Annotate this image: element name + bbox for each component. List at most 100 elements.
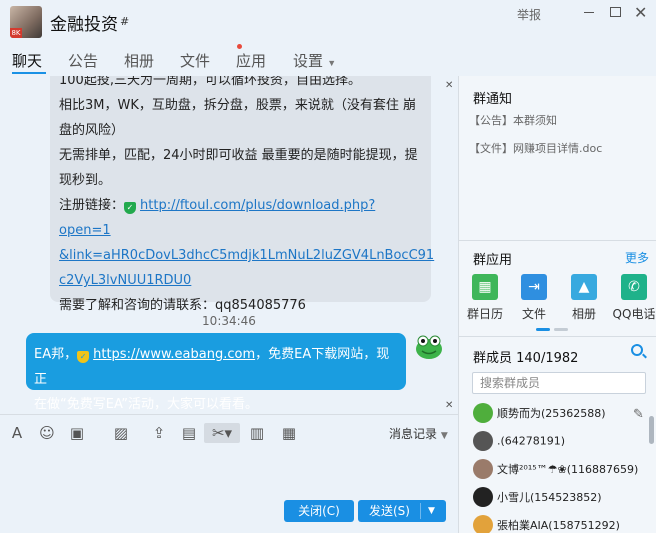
emoji-icon[interactable]: ☺ [36, 423, 58, 443]
page-indicator-active [536, 328, 550, 331]
message-line: 100起投,三天为一周期，可以循环投资，自由选择。 [59, 76, 361, 88]
member-list-scrollbar[interactable] [649, 416, 654, 444]
screenshot-icon[interactable]: ✂▾ [204, 423, 240, 443]
message-timestamp: 10:34:46 [202, 314, 256, 328]
file-icon: ⇥ [521, 274, 547, 300]
upload-icon[interactable]: ⇪ [148, 423, 170, 443]
chevron-down-icon: ▼ [440, 431, 448, 441]
tab-apps[interactable]: 应用 [236, 50, 266, 71]
chat-message-area[interactable]: 100起投,三天为一周期，可以循环投资，自由选择。 相比3M，WK，互助盘，拆分… [0, 76, 458, 414]
divider [459, 336, 656, 337]
incoming-message-bubble: 100起投,三天为一周期，可以循环投资，自由选择。 相比3M，WK，互助盘，拆分… [50, 76, 434, 313]
message-input[interactable] [0, 450, 458, 500]
members-title: 群成员 140/1982 [473, 351, 579, 366]
app-label: 文件 [521, 307, 546, 321]
tab-settings[interactable]: 设置 ▼ [293, 50, 336, 71]
outgoing-line: 在做“免费写EA”活动，大家可以看看。 [34, 397, 258, 412]
member-name: 顺势而为(25362588) [497, 407, 606, 420]
group-avatar[interactable]: 8K [10, 6, 42, 38]
register-link-cont[interactable]: c2VyL3lvNUU1RDU0 [59, 273, 191, 288]
page-indicator[interactable] [554, 328, 568, 331]
album-icon: ▲ [571, 274, 597, 300]
message-line: 相比3M，WK，互助盘，拆分盘，股票，来说就（没有套住 崩 [59, 98, 416, 113]
register-label: 注册链接： [59, 198, 125, 213]
outgoing-message-bubble: EA邦， ✓ https://www.eabang.com，免费EA下载网站，现正 … [26, 333, 406, 412]
member-search-input[interactable]: 搜索群成员 [472, 372, 646, 394]
member-name: .(64278191) [497, 434, 566, 448]
right-panel: 群通知 【公告】本群须知 【文件】网赚项目详情.doc 群应用 更多 ▦ 群日历… [458, 76, 656, 533]
gif-icon[interactable]: ▣ [66, 423, 88, 443]
member-name: 小雪儿(154523852) [497, 491, 602, 504]
search-icon[interactable] [631, 344, 643, 356]
app-label: 群日历 [466, 307, 503, 321]
scroll-up-icon[interactable]: ✕ [445, 80, 453, 91]
more-apps-link[interactable]: 更多 [625, 249, 649, 266]
member-name: 文博²⁰¹⁵™☂❀(116887659) [497, 463, 639, 476]
send-options-icon[interactable]: ▼ [428, 500, 435, 522]
app-files[interactable]: ⇥ 文件 [509, 274, 559, 322]
edit-icon[interactable]: ✎ [633, 407, 644, 422]
notice-title: 群通知 [473, 92, 513, 107]
send-separator [420, 503, 421, 519]
divider [459, 240, 656, 241]
maximize-icon[interactable] [610, 7, 621, 17]
tab-chat[interactable]: 聊天 [12, 50, 42, 71]
member-item[interactable]: 文博²⁰¹⁵™☂❀(116887659) [473, 459, 638, 479]
close-icon[interactable]: ✕ [634, 3, 647, 22]
shield-icon: ✓ [77, 351, 90, 363]
frog-avatar-icon[interactable] [414, 334, 444, 360]
scroll-down-icon[interactable]: ✕ [445, 400, 453, 411]
group-tag: # [120, 15, 130, 28]
send-label: 发送(S) [369, 504, 410, 518]
member-avatar [473, 487, 493, 507]
outgoing-link[interactable]: https://www.eabang.com [93, 347, 255, 362]
member-avatar [473, 459, 493, 479]
minimize-icon[interactable] [584, 12, 594, 13]
active-tab-indicator [12, 72, 46, 74]
apps-title: 群应用 [473, 253, 513, 268]
message-line: 盘的风险） [59, 123, 125, 138]
outgoing-prefix: EA邦， [34, 347, 78, 362]
app-qq-phone[interactable]: ✆ QQ电话 [609, 274, 656, 322]
tab-settings-label: 设置 [293, 53, 324, 70]
calendar-icon: ▦ [472, 274, 498, 300]
new-file-dot [237, 44, 242, 49]
send-button[interactable]: 发送(S) ▼ [358, 500, 446, 522]
report-button[interactable]: 举报 [517, 6, 541, 23]
member-avatar [473, 515, 493, 533]
tab-announcement[interactable]: 公告 [68, 50, 98, 71]
history-label: 消息记录 [389, 427, 438, 441]
more-tools-icon[interactable]: ▦ [278, 423, 300, 443]
close-button[interactable]: 关闭(C) [284, 500, 354, 522]
notice-item[interactable]: 【公告】本群须知 [469, 112, 557, 128]
input-toolbar: A ☺ ▣ ▨ ⇪ ▤ ✂▾ ▥ ▦ 消息记录 ▼ [0, 414, 458, 450]
member-avatar [473, 403, 493, 423]
group-title: 金融投资 [50, 15, 118, 34]
notice-item[interactable]: 【文件】网赚项目详情.doc [469, 140, 602, 156]
tab-album[interactable]: 相册 [124, 50, 154, 71]
member-item[interactable]: .(64278191) [473, 431, 565, 451]
member-item[interactable]: 小雪儿(154523852) [473, 487, 602, 507]
app-label: 相册 [571, 307, 596, 321]
gift-icon[interactable]: ▤ [178, 423, 200, 443]
doc-icon[interactable]: ▥ [246, 423, 268, 443]
register-link-cont[interactable]: &link=aHR0cDovL3dhcC5mdjk1LmNuL2luZGV4Ln… [59, 248, 434, 263]
member-avatar [473, 431, 493, 451]
phone-icon: ✆ [621, 274, 647, 300]
member-name: 張柏業AIA(158751292) [497, 519, 620, 532]
register-link-line: 注册链接： ✓ http://ftoul.com/plus/download.php… [59, 193, 423, 243]
app-album[interactable]: ▲ 相册 [559, 274, 609, 322]
font-icon[interactable]: A [6, 423, 28, 443]
tab-files[interactable]: 文件 [180, 50, 210, 71]
member-item[interactable]: 張柏業AIA(158751292) [473, 515, 620, 533]
app-label: QQ电话 [612, 307, 656, 321]
message-history-button[interactable]: 消息记录 ▼ [389, 425, 448, 442]
message-line: 无需排单，匹配，24小时即可收益 最重要的是随时能提现，提 [59, 148, 418, 163]
avatar-badge: 8K [10, 28, 22, 38]
title-bar: 8K 金融投资 # 举报 ✕ [0, 0, 656, 44]
member-item[interactable]: 顺势而为(25362588) [473, 403, 606, 423]
app-calendar[interactable]: ▦ 群日历 [460, 274, 510, 322]
message-line: 现秒到。 [59, 173, 112, 188]
image-icon[interactable]: ▨ [110, 423, 132, 443]
shield-icon: ✓ [124, 202, 137, 214]
